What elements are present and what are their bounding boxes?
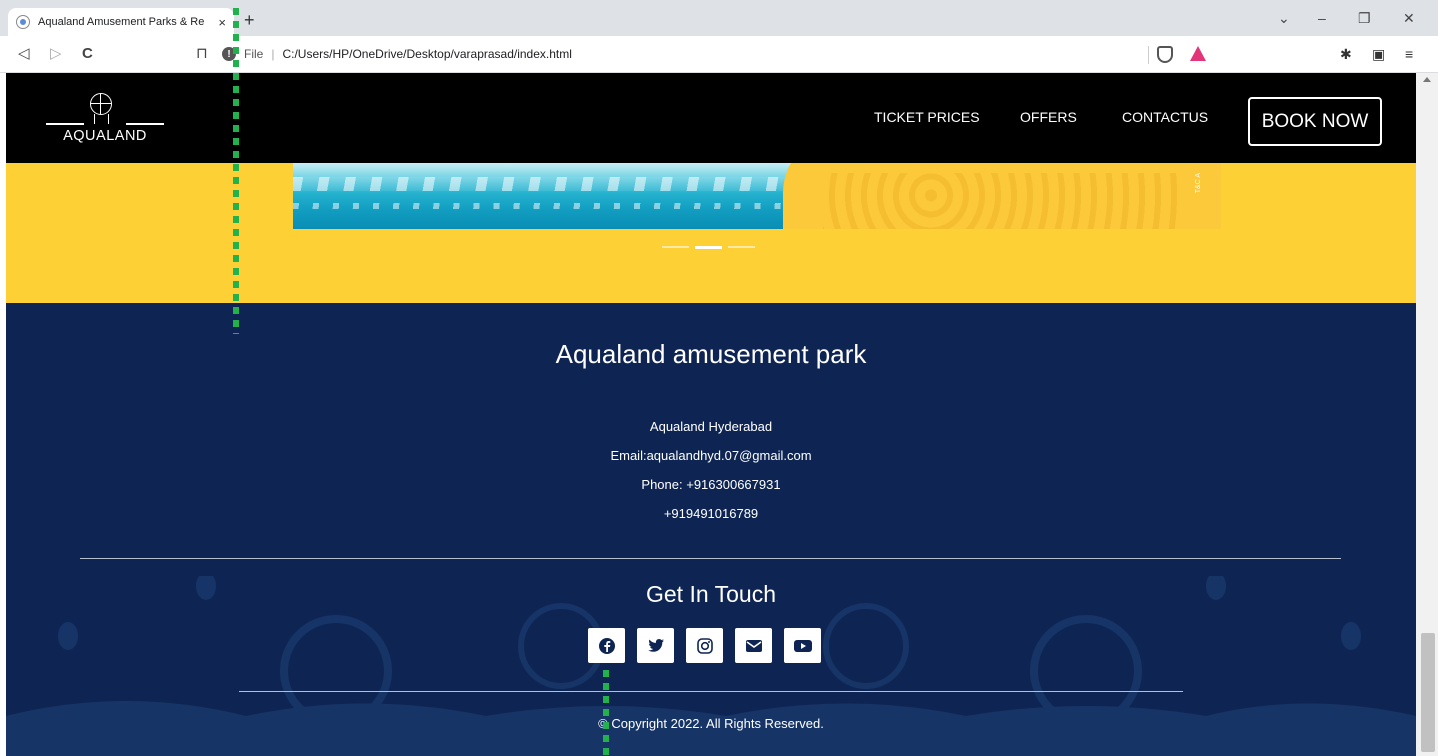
logo-wheel-leg: [94, 114, 95, 124]
youtube-button[interactable]: [784, 628, 821, 663]
scroll-up-arrow-icon[interactable]: [1423, 77, 1431, 82]
tab-close-icon[interactable]: ×: [218, 15, 226, 30]
footer-divider-bottom: [239, 691, 1183, 692]
tab-title: Aqualand Amusement Parks & Re: [38, 16, 205, 28]
site-favicon-icon: [16, 15, 30, 29]
email-icon: [745, 639, 762, 652]
browser-toolbar: ◁ ▷ C ⊓ ! File | C:/Users/HP/OneDrive/De…: [0, 36, 1438, 73]
omnibox-divider: [1148, 46, 1149, 64]
brave-shield-icon[interactable]: [1157, 46, 1173, 63]
nav-ticket-prices[interactable]: TICKET PRICES: [874, 109, 980, 125]
wallet-icon[interactable]: ▣: [1372, 46, 1385, 63]
logo-rule-left: [46, 123, 84, 125]
get-in-touch-heading: Get In Touch: [646, 581, 776, 607]
carousel-dot-active[interactable]: [695, 245, 722, 249]
reload-button[interactable]: C: [82, 45, 93, 63]
new-tab-button[interactable]: +: [244, 11, 255, 29]
footer-location: Aqualand Hyderabad: [649, 419, 773, 434]
carousel-dot[interactable]: [728, 246, 755, 248]
carousel-slide-image[interactable]: T&C A: [293, 163, 1221, 229]
book-now-button[interactable]: BOOK NOW: [1248, 97, 1382, 146]
brave-rewards-icon[interactable]: [1190, 46, 1206, 61]
tab-search-chevron-icon[interactable]: ⌄: [1278, 10, 1290, 27]
aqualand-logo[interactable]: AQUALAND: [46, 91, 164, 147]
footer-title: Aqualand amusement park: [555, 339, 867, 369]
facebook-button[interactable]: [588, 628, 625, 663]
facebook-icon: [598, 637, 615, 654]
carousel-indicators: [662, 245, 755, 249]
instagram-icon: [696, 637, 713, 654]
youtube-icon: [793, 639, 812, 652]
twitter-button[interactable]: [637, 628, 674, 663]
twitter-icon: [647, 638, 664, 652]
copyright-text: © Copyright 2022. All Rights Reserved.: [598, 716, 824, 731]
wave-image: [293, 163, 805, 229]
slide-pattern: [823, 173, 1183, 229]
email-button[interactable]: [735, 628, 772, 663]
menu-icon[interactable]: ≡: [1405, 46, 1413, 62]
annotation-guide-line: [233, 8, 239, 334]
logo-wordmark: AQUALAND: [63, 128, 147, 144]
website: AQUALAND TICKET PRICES OFFERS CONTACTUS …: [6, 73, 1416, 756]
footer-phone-secondary[interactable]: +919491016789: [6, 506, 1416, 521]
maximize-button[interactable]: ❐: [1358, 10, 1371, 27]
nav-contactus[interactable]: CONTACTUS: [1122, 109, 1208, 125]
address-separator: |: [271, 47, 275, 61]
instagram-button[interactable]: [686, 628, 723, 663]
file-label: File: [244, 47, 264, 61]
extensions-icon[interactable]: ✱: [1340, 46, 1352, 63]
bookmark-icon[interactable]: ⊓: [196, 45, 208, 63]
slide-tc-text: T&C A: [1195, 173, 1202, 194]
browser-tab[interactable]: Aqualand Amusement Parks & Re ×: [8, 8, 234, 36]
minimize-button[interactable]: –: [1318, 10, 1326, 26]
url-text[interactable]: C:/Users/HP/OneDrive/Desktop/varaprasad/…: [282, 47, 571, 61]
scrollbar-thumb[interactable]: [1421, 633, 1435, 752]
forward-button[interactable]: ▷: [50, 45, 62, 63]
carousel-dot[interactable]: [662, 246, 689, 248]
browser-tabstrip: Aqualand Amusement Parks & Re × + ⌄ – ❐ …: [0, 0, 1438, 36]
site-header: AQUALAND TICKET PRICES OFFERS CONTACTUS …: [6, 73, 1416, 163]
logo-wheel-leg: [108, 114, 109, 124]
address-bar[interactable]: ! File | C:/Users/HP/OneDrive/Desktop/va…: [222, 42, 1216, 66]
page-scrollbar[interactable]: [1416, 73, 1438, 756]
nav-offers[interactable]: OFFERS: [1020, 109, 1077, 125]
ferris-wheel-icon: [90, 93, 112, 115]
page-viewport: AQUALAND TICKET PRICES OFFERS CONTACTUS …: [0, 73, 1438, 756]
site-footer: Aqualand amusement park Aqualand Hyderab…: [6, 303, 1416, 756]
close-window-button[interactable]: ✕: [1403, 10, 1415, 27]
footer-email[interactable]: Email:aqualandhyd.07@gmail.com: [6, 448, 1416, 463]
carousel-section: T&C A: [6, 163, 1416, 303]
footer-phone[interactable]: Phone: +916300667931: [6, 477, 1416, 492]
back-button[interactable]: ◁: [18, 45, 30, 63]
logo-rule-right: [126, 123, 164, 125]
annotation-guide-line: [603, 670, 609, 756]
footer-divider: [80, 558, 1341, 559]
social-links: [588, 628, 821, 663]
